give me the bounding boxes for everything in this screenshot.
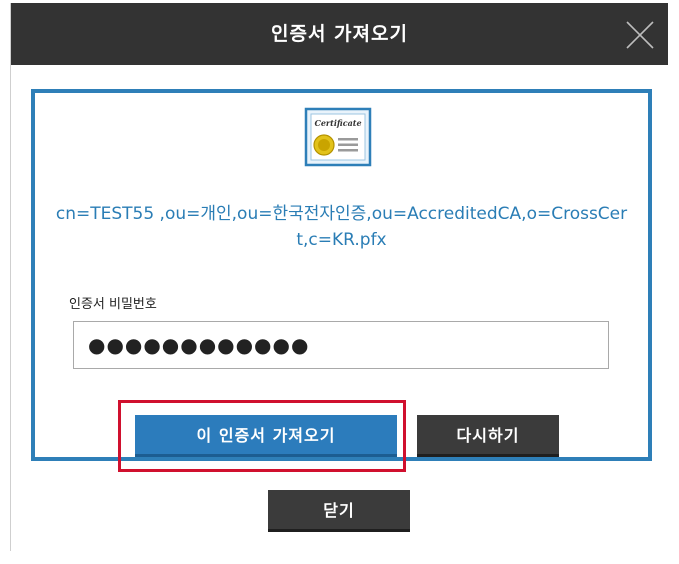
password-label: 인증서 비밀번호 <box>69 297 157 312</box>
certificate-import-dialog: 인증서 가져오기 Certificate cn=TEST55 ,ou=개인,ou… <box>11 3 668 553</box>
certificate-icon: Certificate <box>304 107 372 167</box>
close-icon[interactable] <box>624 19 656 51</box>
close-button[interactable]: 닫기 <box>268 490 410 532</box>
title-bar: 인증서 가져오기 <box>11 3 668 65</box>
password-input[interactable] <box>73 321 609 369</box>
certificate-panel: Certificate cn=TEST55 ,ou=개인,ou=한국전자인증,o… <box>31 89 652 461</box>
certificate-name: cn=TEST55 ,ou=개인,ou=한국전자인증,ou=Accredited… <box>55 204 628 250</box>
retry-button[interactable]: 다시하기 <box>417 415 559 457</box>
dialog-title: 인증서 가져오기 <box>271 23 408 45</box>
import-certificate-button[interactable]: 이 인증서 가져오기 <box>135 415 397 457</box>
certificate-caption: Certificate <box>314 118 361 128</box>
